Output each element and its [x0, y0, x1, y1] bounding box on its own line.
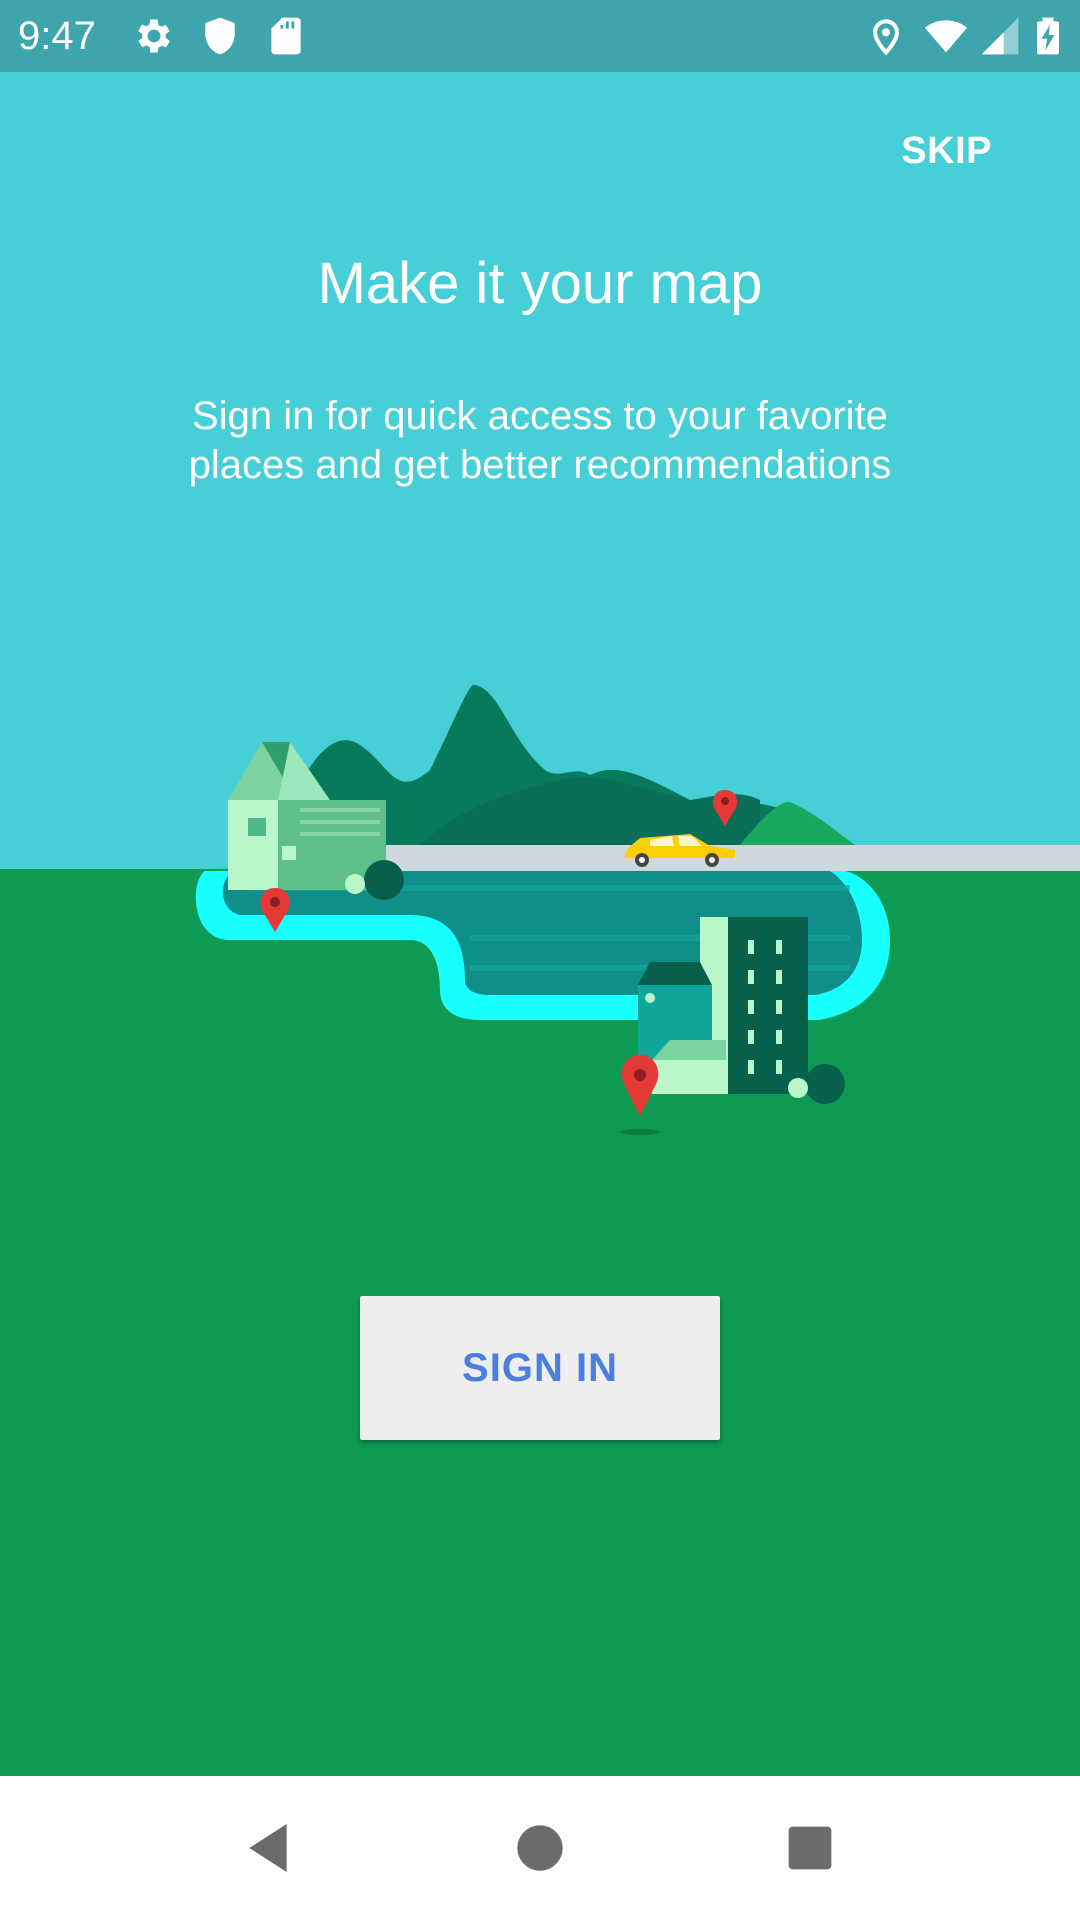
- battery-charging-icon: [1037, 17, 1059, 55]
- status-time: 9:47: [18, 14, 96, 58]
- recents-icon[interactable]: [778, 1816, 842, 1880]
- gear-icon: [138, 19, 170, 53]
- home-icon[interactable]: [508, 1816, 572, 1880]
- location-icon: [872, 19, 900, 56]
- sd-card-icon: [271, 17, 301, 55]
- navigation-bar: [0, 1776, 1080, 1920]
- back-icon[interactable]: [236, 1816, 300, 1880]
- sign-in-button[interactable]: SIGN IN: [360, 1296, 720, 1440]
- town-map-illustration: [195, 684, 1080, 1135]
- wifi-icon: [924, 20, 968, 53]
- skip-button[interactable]: SKIP: [901, 130, 992, 173]
- shield-icon: [205, 17, 235, 55]
- page-subtitle: Sign in for quick access to your favorit…: [188, 394, 892, 487]
- page-title: Make it your map: [317, 251, 763, 316]
- status-bar: 9:47: [0, 0, 1080, 72]
- signal-icon: [981, 17, 1019, 55]
